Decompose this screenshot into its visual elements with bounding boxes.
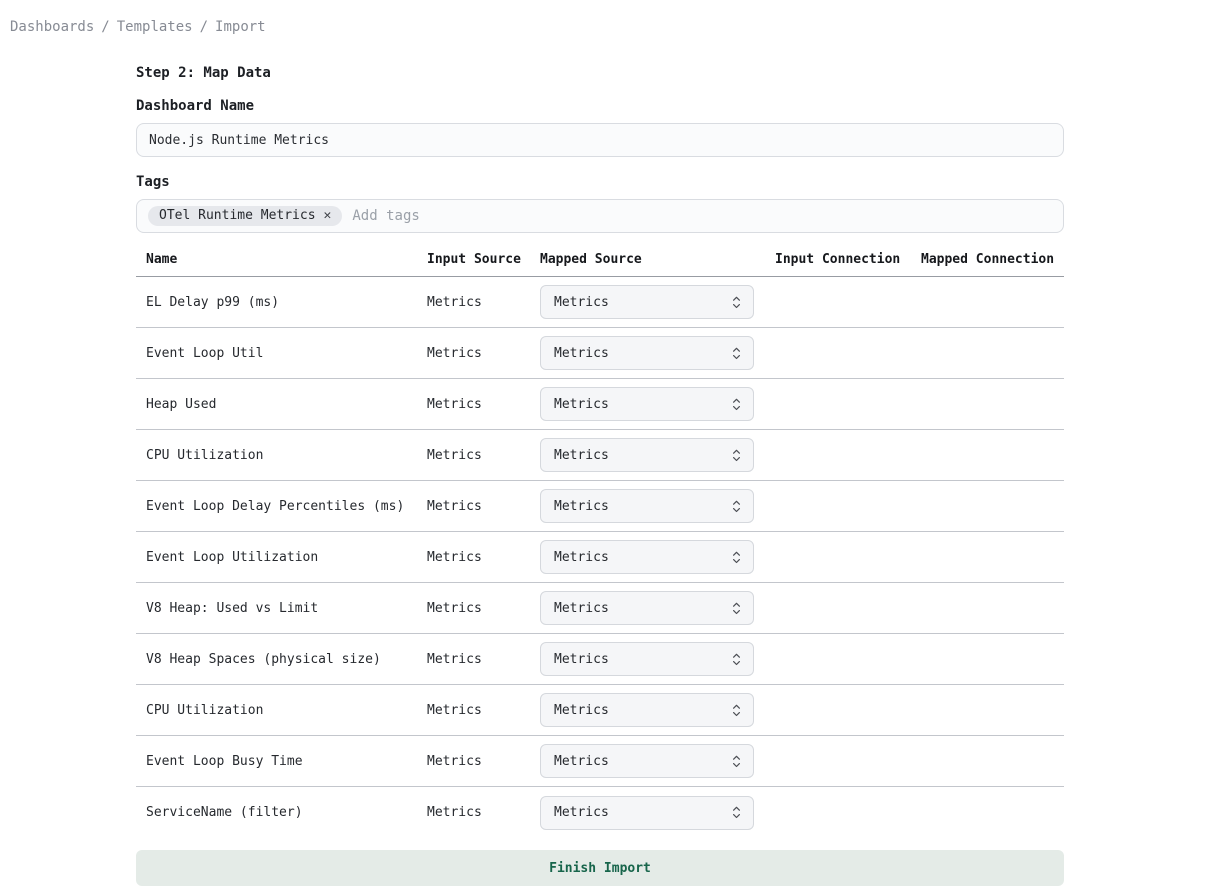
select-updown-chevron-icon [731,397,742,412]
finish-import-button[interactable]: Finish Import [136,850,1064,886]
table-row: ServiceName (filter) Metrics Metrics [136,787,1064,838]
tags-field[interactable]: OTel Runtime Metrics ✕ [136,199,1064,233]
breadcrumb-item-templates[interactable]: Templates [117,19,193,35]
column-header-input-connection: Input Connection [775,252,921,276]
table-row: CPU Utilization Metrics Metrics [136,430,1064,481]
mapped-source-select[interactable]: Metrics [540,693,754,727]
mapped-source-value: Metrics [554,652,609,667]
breadcrumb-separator: / [101,19,109,35]
table-row: Event Loop Delay Percentiles (ms) Metric… [136,481,1064,532]
breadcrumb-item-import[interactable]: Import [215,19,266,35]
mapped-source-value: Metrics [554,550,609,565]
select-updown-chevron-icon [731,448,742,463]
select-updown-chevron-icon [731,754,742,769]
row-input-source: Metrics [427,499,540,514]
mapped-source-select[interactable]: Metrics [540,744,754,778]
breadcrumb-separator: / [200,19,208,35]
mapped-source-select[interactable]: Metrics [540,642,754,676]
mapped-source-value: Metrics [554,754,609,769]
row-name: Event Loop Utilization [146,550,427,565]
row-input-source: Metrics [427,346,540,361]
select-updown-chevron-icon [731,346,742,361]
add-tags-input[interactable] [352,208,1055,224]
row-name: ServiceName (filter) [146,805,427,820]
table-row: CPU Utilization Metrics Metrics [136,685,1064,736]
mapped-source-select[interactable]: Metrics [540,489,754,523]
select-updown-chevron-icon [731,652,742,667]
row-name: CPU Utilization [146,703,427,718]
tags-label: Tags [136,174,1064,190]
row-input-source: Metrics [427,550,540,565]
mapped-source-value: Metrics [554,703,609,718]
row-input-source: Metrics [427,295,540,310]
row-name: V8 Heap Spaces (physical size) [146,652,427,667]
select-updown-chevron-icon [731,550,742,565]
select-updown-chevron-icon [731,703,742,718]
row-name: CPU Utilization [146,448,427,463]
row-name: Event Loop Delay Percentiles (ms) [146,499,427,514]
table-row: Event Loop Utilization Metrics Metrics [136,532,1064,583]
select-updown-chevron-icon [731,805,742,820]
column-header-input-source: Input Source [427,252,540,276]
row-input-source: Metrics [427,652,540,667]
select-updown-chevron-icon [731,601,742,616]
column-header-mapped-source: Mapped Source [540,252,775,276]
mapping-table: Name Input Source Mapped Source Input Co… [136,233,1064,838]
mapped-source-value: Metrics [554,448,609,463]
tag-remove-icon[interactable]: ✕ [324,209,332,222]
mapped-source-select[interactable]: Metrics [540,387,754,421]
mapped-source-value: Metrics [554,601,609,616]
mapped-source-select[interactable]: Metrics [540,591,754,625]
tag-chip: OTel Runtime Metrics ✕ [148,206,342,226]
mapped-source-select[interactable]: Metrics [540,540,754,574]
import-wizard-panel: Step 2: Map Data Dashboard Name Tags OTe… [136,65,1064,886]
table-row: V8 Heap Spaces (physical size) Metrics M… [136,634,1064,685]
breadcrumb: Dashboards / Templates / Import [0,0,1210,35]
row-name: Event Loop Util [146,346,427,361]
table-body: EL Delay p99 (ms) Metrics Metrics Event … [136,277,1064,838]
column-header-name: Name [146,252,427,276]
dashboard-name-label: Dashboard Name [136,98,1064,114]
row-input-source: Metrics [427,601,540,616]
table-row: Event Loop Util Metrics Metrics [136,328,1064,379]
mapped-source-value: Metrics [554,295,609,310]
column-header-mapped-connection: Mapped Connection [921,252,1064,276]
row-input-source: Metrics [427,754,540,769]
row-input-source: Metrics [427,448,540,463]
mapped-source-value: Metrics [554,397,609,412]
mapped-source-select[interactable]: Metrics [540,285,754,319]
row-name: EL Delay p99 (ms) [146,295,427,310]
row-input-source: Metrics [427,397,540,412]
table-header-row: Name Input Source Mapped Source Input Co… [136,233,1064,277]
table-row: EL Delay p99 (ms) Metrics Metrics [136,277,1064,328]
dashboard-name-input[interactable] [136,123,1064,157]
tag-chip-label: OTel Runtime Metrics [159,208,316,223]
breadcrumb-item-dashboards[interactable]: Dashboards [10,19,94,35]
row-input-source: Metrics [427,703,540,718]
select-updown-chevron-icon [731,295,742,310]
row-input-source: Metrics [427,805,540,820]
row-name: Heap Used [146,397,427,412]
mapped-source-value: Metrics [554,499,609,514]
table-row: V8 Heap: Used vs Limit Metrics Metrics [136,583,1064,634]
mapped-source-select[interactable]: Metrics [540,336,754,370]
row-name: V8 Heap: Used vs Limit [146,601,427,616]
row-name: Event Loop Busy Time [146,754,427,769]
table-row: Event Loop Busy Time Metrics Metrics [136,736,1064,787]
mapped-source-select[interactable]: Metrics [540,438,754,472]
table-row: Heap Used Metrics Metrics [136,379,1064,430]
mapped-source-value: Metrics [554,805,609,820]
step-heading: Step 2: Map Data [136,65,1064,81]
mapped-source-select[interactable]: Metrics [540,796,754,830]
select-updown-chevron-icon [731,499,742,514]
mapped-source-value: Metrics [554,346,609,361]
